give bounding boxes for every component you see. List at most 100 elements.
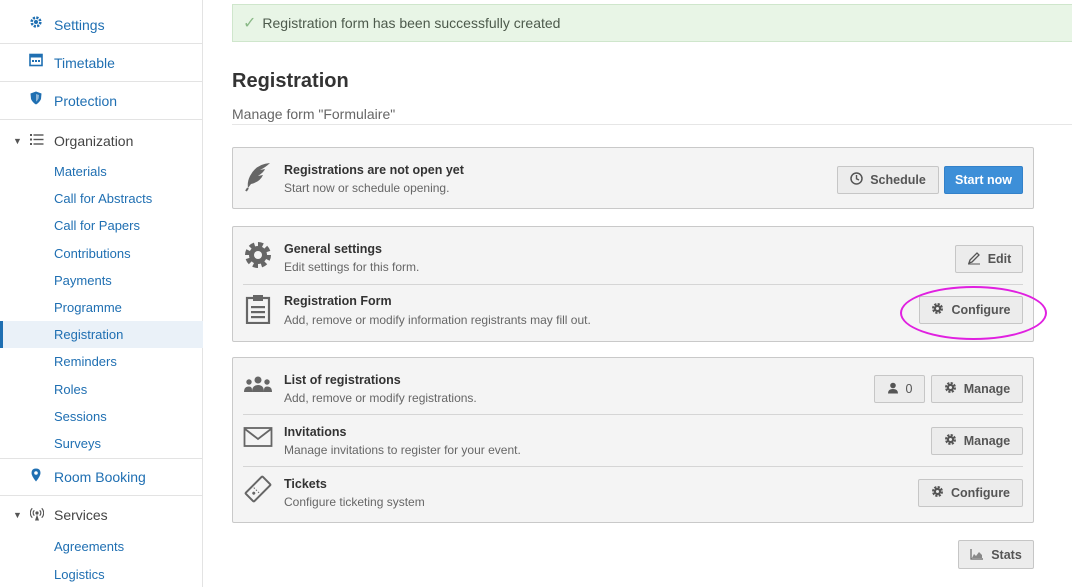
button-label: Edit bbox=[987, 252, 1012, 266]
envelope-icon bbox=[243, 422, 273, 452]
sidebar-item-label: Roles bbox=[54, 382, 88, 397]
area-chart-icon bbox=[970, 547, 984, 563]
row-title: Tickets bbox=[284, 477, 327, 491]
sidebar-item-programme[interactable]: Programme bbox=[0, 294, 203, 321]
row-description: Edit settings for this form. bbox=[284, 260, 420, 274]
button-label: Configure bbox=[950, 486, 1011, 500]
divider bbox=[232, 124, 1072, 125]
gear-icon bbox=[944, 433, 957, 449]
ticket-icon bbox=[243, 474, 273, 504]
sidebar-group-organization[interactable]: ▼ Organization bbox=[0, 130, 203, 152]
sidebar-item-protection[interactable]: Protection bbox=[0, 82, 203, 120]
sidebar-item-surveys[interactable]: Surveys bbox=[0, 430, 203, 457]
row-description: Configure ticketing system bbox=[284, 495, 425, 509]
sidebar-item-payments[interactable]: Payments bbox=[0, 267, 203, 294]
sidebar-group-label: Services bbox=[54, 507, 108, 523]
sidebar-item-label: Timetable bbox=[54, 54, 115, 71]
tickets-row: Tickets Configure ticketing system Confi… bbox=[233, 467, 1033, 522]
sidebar-item-label: Protection bbox=[54, 92, 118, 109]
sidebar-item-label: Sessions bbox=[54, 409, 107, 424]
list-icon bbox=[30, 133, 44, 149]
sidebar-item-reminders[interactable]: Reminders bbox=[0, 348, 203, 375]
sidebar-item-timetable[interactable]: Timetable bbox=[0, 44, 203, 82]
invitations-row: Invitations Manage invitations to regist… bbox=[233, 415, 1033, 466]
sidebar-item-label: Materials bbox=[54, 164, 107, 179]
success-alert: ✓ Registration form has been successfull… bbox=[232, 4, 1072, 42]
gear-icon bbox=[944, 381, 957, 397]
row-title: Invitations bbox=[284, 425, 347, 439]
row-description: Add, remove or modify registrations. bbox=[284, 391, 477, 405]
registration-status-card: Registrations are not open yet Start now… bbox=[232, 147, 1034, 209]
row-description: Manage invitations to register for your … bbox=[284, 443, 521, 457]
sidebar-item-agreements[interactable]: Agreements bbox=[0, 533, 203, 560]
start-now-button[interactable]: Start now bbox=[944, 166, 1023, 194]
pencil-icon bbox=[967, 251, 981, 268]
sidebar-item-label: Call for Abstracts bbox=[54, 191, 153, 206]
button-label: Schedule bbox=[870, 173, 926, 187]
map-marker-icon bbox=[28, 468, 44, 487]
sidebar-item-label: Agreements bbox=[54, 539, 125, 554]
page-title: Registration bbox=[232, 70, 349, 92]
annotation-highlight-ring bbox=[900, 286, 1047, 340]
sidebar-item-roles[interactable]: Roles bbox=[0, 376, 203, 403]
sidebar-item-label: Call for Papers bbox=[54, 218, 140, 233]
manage-registrations-button[interactable]: Manage bbox=[931, 375, 1023, 403]
calendar-icon bbox=[28, 53, 44, 72]
button-label: Manage bbox=[963, 434, 1011, 448]
caret-down-icon: ▼ bbox=[13, 136, 22, 146]
caret-down-icon: ▼ bbox=[13, 510, 22, 520]
alert-message: Registration form has been successfully … bbox=[262, 15, 561, 31]
sidebar-item-call-for-abstracts[interactable]: Call for Abstracts bbox=[0, 185, 203, 212]
sidebar-item-label: Settings bbox=[54, 16, 105, 33]
sidebar-group-services[interactable]: ▼ Services bbox=[0, 504, 203, 526]
registrations-management-card: List of registrations Add, remove or mod… bbox=[232, 357, 1034, 523]
registrant-count: 0 bbox=[905, 382, 913, 396]
row-description: Add, remove or modify information regist… bbox=[284, 313, 591, 327]
sidebar-item-label: Payments bbox=[54, 273, 112, 288]
feather-icon bbox=[243, 162, 273, 192]
row-title: Registration Form bbox=[284, 294, 392, 308]
stats-button[interactable]: Stats bbox=[958, 540, 1034, 569]
clock-icon bbox=[850, 172, 863, 188]
edit-button[interactable]: Edit bbox=[955, 245, 1023, 273]
user-icon bbox=[887, 381, 899, 397]
button-label: Start now bbox=[955, 173, 1012, 187]
sidebar-item-label: Reminders bbox=[54, 354, 117, 369]
gear-icon bbox=[243, 240, 273, 270]
checkmark-icon: ✓ bbox=[243, 15, 257, 32]
sidebar-item-label: Registration bbox=[54, 327, 124, 342]
registration-status-row: Registrations are not open yet Start now… bbox=[233, 148, 1033, 208]
button-label: Stats bbox=[991, 547, 1022, 562]
sidebar: Settings Timetable Protection ▼ Organiza… bbox=[0, 0, 203, 587]
manage-invitations-button[interactable]: Manage bbox=[931, 427, 1023, 455]
sidebar-item-label: Logistics bbox=[54, 567, 105, 582]
sidebar-item-settings[interactable]: Settings bbox=[0, 6, 203, 44]
general-settings-row: General settings Edit settings for this … bbox=[233, 227, 1033, 283]
registrant-count-badge: 0 bbox=[874, 375, 925, 403]
sidebar-item-materials[interactable]: Materials bbox=[0, 158, 203, 185]
sidebar-item-label: Contributions bbox=[54, 246, 131, 261]
sidebar-item-room-booking[interactable]: Room Booking bbox=[0, 458, 203, 496]
sidebar-item-registration[interactable]: Registration bbox=[0, 321, 203, 348]
sidebar-item-label: Room Booking bbox=[54, 469, 146, 485]
schedule-button[interactable]: Schedule bbox=[837, 166, 939, 194]
broadcast-icon bbox=[29, 507, 45, 524]
sidebar-item-sessions[interactable]: Sessions bbox=[0, 403, 203, 430]
sidebar-item-logistics[interactable]: Logistics bbox=[0, 561, 203, 587]
sidebar-item-contributions[interactable]: Contributions bbox=[0, 240, 203, 267]
row-title: General settings bbox=[284, 242, 382, 256]
shield-icon bbox=[28, 91, 44, 110]
sidebar-group-label: Organization bbox=[54, 133, 134, 149]
users-icon bbox=[243, 370, 273, 400]
list-of-registrations-row: List of registrations Add, remove or mod… bbox=[233, 358, 1033, 410]
sidebar-item-call-for-papers[interactable]: Call for Papers bbox=[0, 212, 203, 239]
clipboard-icon bbox=[243, 294, 273, 324]
configure-tickets-button[interactable]: Configure bbox=[918, 479, 1023, 507]
gear-icon bbox=[931, 485, 944, 501]
gear-icon bbox=[28, 15, 44, 34]
row-title: List of registrations bbox=[284, 373, 401, 387]
sidebar-item-label: Surveys bbox=[54, 436, 101, 451]
row-title: Registrations are not open yet bbox=[284, 163, 464, 177]
button-label: Manage bbox=[963, 382, 1011, 396]
sidebar-item-label: Programme bbox=[54, 300, 122, 315]
